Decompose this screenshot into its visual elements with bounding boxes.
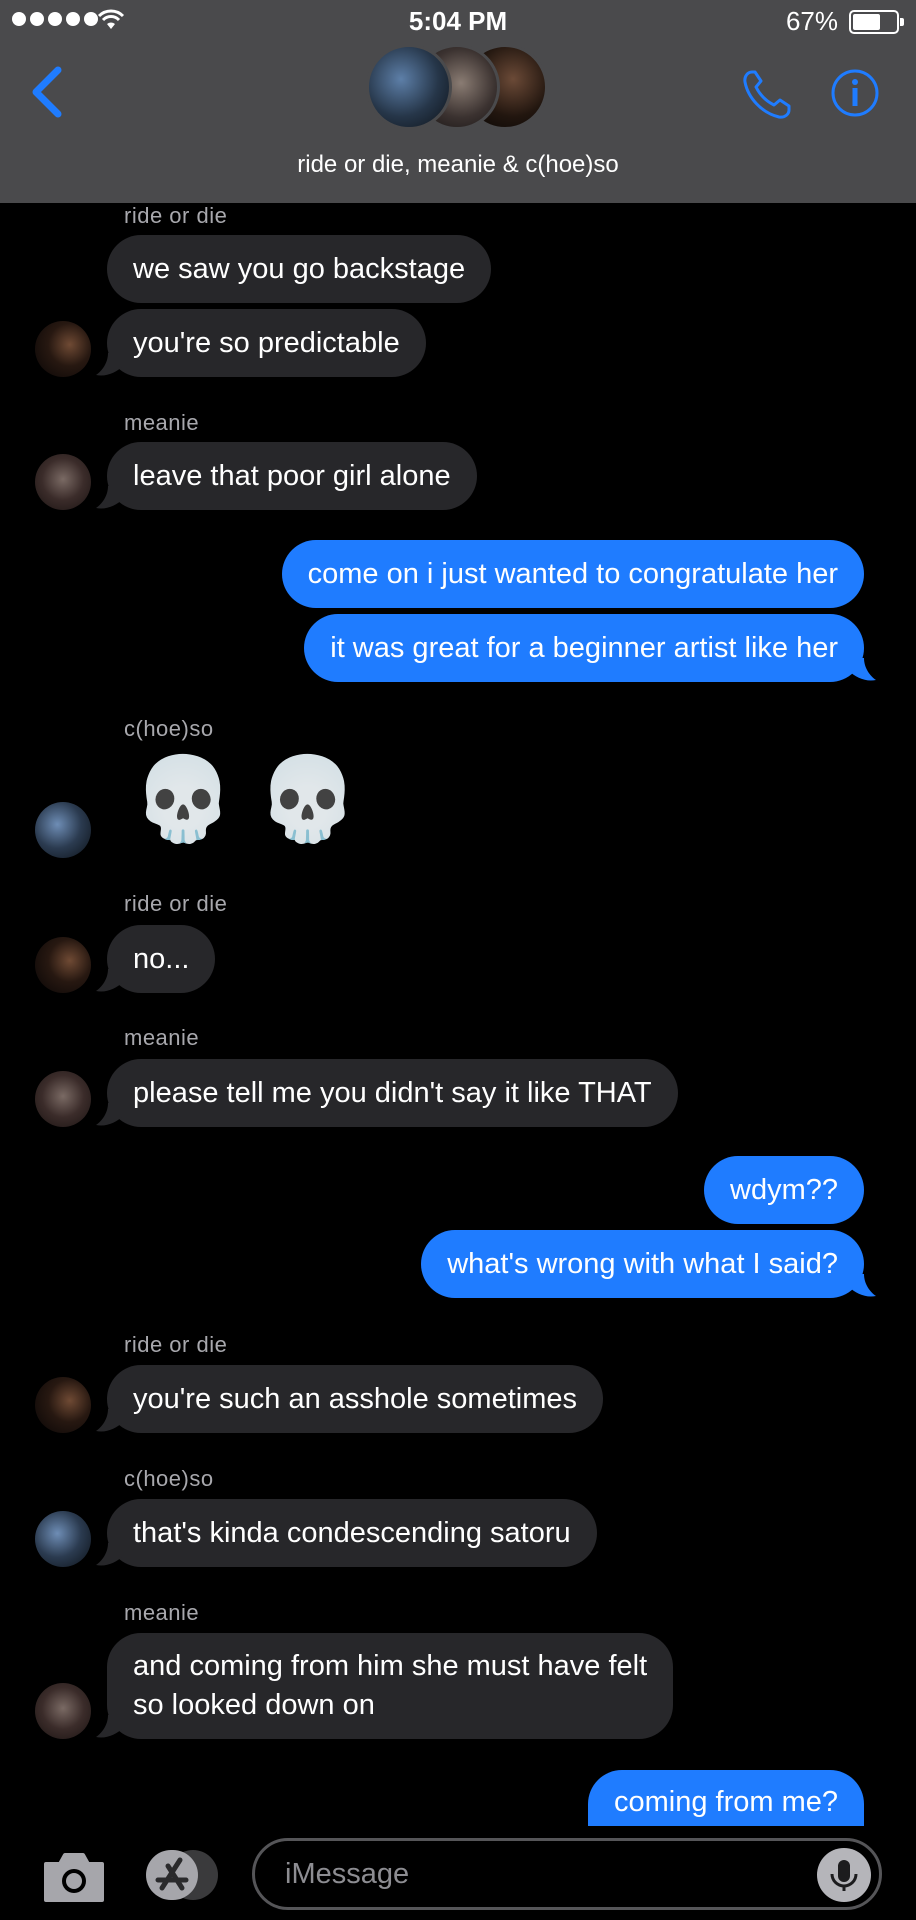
incoming-message[interactable]: that's kinda condescending satoru (107, 1499, 597, 1567)
conversation-title[interactable]: ride or die, meanie & c(hoe)so (0, 151, 916, 179)
battery-percent: 67% (785, 6, 838, 36)
incoming-message[interactable]: please tell me you didn't say it like TH… (107, 1059, 678, 1127)
avatar[interactable] (35, 454, 91, 510)
sender-name: meanie (124, 1600, 200, 1625)
camera-icon[interactable] (42, 1850, 106, 1904)
sender-name: meanie (124, 410, 200, 435)
sender-name: c(hoe)so (124, 1466, 214, 1491)
phone-icon[interactable] (738, 66, 796, 124)
bubble-tail (96, 969, 124, 992)
bubble-tail (96, 1103, 124, 1126)
avatar[interactable] (35, 937, 91, 993)
incoming-message[interactable]: leave that poor girl alone (107, 442, 477, 510)
incoming-message[interactable]: you're so predictable (107, 309, 426, 377)
outgoing-message[interactable]: it was great for a beginner artist like … (304, 614, 864, 682)
sender-name: ride or die (124, 891, 228, 916)
outgoing-message[interactable]: wdym?? (704, 1156, 864, 1224)
avatar[interactable] (35, 1071, 91, 1127)
outgoing-message[interactable]: what's wrong with what I said? (421, 1230, 864, 1298)
conversation-header: 5:04 PM 67% ride or die, meanie & c(hoe)… (0, 0, 916, 203)
message-input[interactable]: iMessage (252, 1838, 882, 1910)
outgoing-message[interactable]: coming from me? (587, 1770, 864, 1826)
bubble-tail (96, 486, 124, 509)
incoming-message[interactable]: and coming from him she must have felt s… (107, 1633, 674, 1739)
incoming-message[interactable]: you're such an asshole sometimes (107, 1365, 603, 1433)
outgoing-message[interactable]: come on i just wanted to congratulate he… (281, 540, 864, 608)
status-bar: 5:04 PM 67% (0, 0, 916, 42)
battery-icon (849, 10, 904, 34)
avatar[interactable] (35, 1511, 91, 1567)
avatar[interactable] (35, 321, 91, 377)
microphone-icon[interactable] (817, 1848, 871, 1902)
bubble-tail (848, 658, 876, 681)
bubble-tail (96, 1715, 124, 1738)
group-avatars[interactable] (366, 44, 550, 130)
avatar[interactable] (35, 1377, 91, 1433)
bubble-tail (96, 353, 124, 376)
sender-name: ride or die (124, 203, 228, 228)
status-time: 5:04 PM (408, 6, 508, 36)
incoming-message[interactable]: we saw you go backstage (107, 235, 492, 303)
bubble-tail (96, 1409, 124, 1432)
bubble-tail (848, 1274, 876, 1297)
avatar[interactable] (35, 802, 91, 858)
back-chevron-icon[interactable] (28, 64, 68, 120)
message-input-placeholder: iMessage (285, 1858, 410, 1890)
sender-name: ride or die (124, 1332, 228, 1357)
avatar (366, 44, 452, 130)
sender-name: meanie (124, 1025, 200, 1050)
sender-name: c(hoe)so (124, 716, 214, 741)
avatar[interactable] (35, 1683, 91, 1739)
emoji-message[interactable]: 💀 💀 (132, 754, 359, 846)
bubble-tail (96, 1543, 124, 1566)
app-store-icon[interactable] (146, 1848, 220, 1902)
info-icon[interactable] (830, 68, 880, 118)
